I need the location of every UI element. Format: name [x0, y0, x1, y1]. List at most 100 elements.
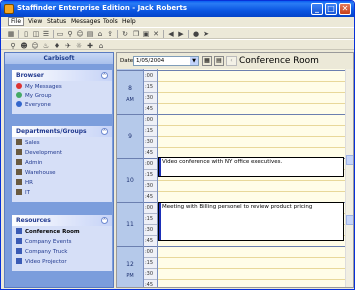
delete-icon[interactable]: ✕ — [152, 30, 160, 38]
maximize-button[interactable]: □ — [325, 3, 337, 15]
menu-messages[interactable]: Messages — [71, 18, 100, 25]
browser-item-my-messages[interactable]: My Messages — [16, 83, 62, 92]
lunch-icon[interactable]: ♨ — [42, 42, 50, 50]
refresh-icon[interactable]: ↻ — [121, 30, 129, 38]
resource-item-company-truck[interactable]: Company Truck — [16, 248, 67, 257]
calendar-icon — [16, 238, 22, 244]
calendar-icon[interactable]: ▦ — [202, 56, 212, 66]
minute-separator — [143, 147, 157, 148]
minimize-button[interactable]: _ — [311, 3, 323, 15]
browser-panel-title: Browser — [16, 72, 44, 79]
collapse-icon[interactable]: ⌃ — [101, 128, 108, 135]
find-icon[interactable]: ⚲ — [66, 30, 74, 38]
minute-label: :45 — [145, 282, 154, 287]
appointment-scrollbar[interactable] — [345, 69, 353, 287]
resource-item-video-projector[interactable]: Video Projector — [16, 258, 67, 267]
paste-icon[interactable]: ▣ — [142, 30, 150, 38]
browser-panel-header[interactable]: Browser ⌃ — [12, 70, 112, 81]
book-icon[interactable]: ▤ — [86, 30, 94, 38]
department-item-warehouse[interactable]: Warehouse — [16, 169, 56, 178]
previous-resource-button[interactable]: ‹ — [226, 56, 237, 66]
minute-label: :30 — [145, 95, 154, 101]
people-icon — [16, 139, 22, 145]
toolbar-separator — [18, 30, 19, 38]
scroll-thumb[interactable] — [346, 215, 353, 225]
sick-icon[interactable]: ✚ — [86, 42, 94, 50]
date-picker[interactable]: 1/05/2004 ▼ — [133, 56, 199, 66]
people-icon[interactable]: ☺ — [76, 30, 84, 38]
hour-label: 12 — [126, 261, 134, 268]
calendar-icon — [16, 228, 22, 234]
calendar-view-icon[interactable]: ▦ — [7, 30, 15, 38]
split-view-icon[interactable]: ◫ — [32, 30, 40, 38]
date-value: 1/05/2004 — [136, 58, 165, 64]
appointment-text: Meeting with Billing personel to review … — [162, 204, 313, 210]
menu-view[interactable]: View — [28, 18, 42, 25]
departments-panel-header[interactable]: Departments/Groups ⌃ — [12, 126, 112, 137]
scroll-thumb[interactable] — [346, 155, 353, 165]
browser-item-everyone[interactable]: Everyone — [16, 101, 51, 110]
collapse-icon[interactable]: ⌃ — [101, 72, 108, 79]
meeting-icon[interactable]: ♦ — [53, 42, 61, 50]
menu-file[interactable]: File — [8, 17, 25, 26]
pin-icon[interactable]: ⚲ — [9, 42, 17, 50]
time-slots[interactable] — [157, 69, 345, 287]
app-icon — [4, 4, 14, 14]
resource-item-conference-room[interactable]: Conference Room — [16, 228, 80, 237]
hour-label: 11 — [126, 221, 134, 228]
slot-separator — [157, 191, 345, 192]
grid-icon[interactable]: ▤ — [214, 56, 224, 66]
minute-label: :00 — [145, 205, 154, 211]
resources-panel-header[interactable]: Resources ⌃ — [12, 215, 112, 226]
previous-icon[interactable]: ◀ — [167, 30, 175, 38]
slot-separator — [157, 103, 345, 104]
department-item-sales[interactable]: Sales — [16, 139, 40, 148]
chevron-down-icon[interactable]: ▼ — [190, 57, 198, 65]
resource-item-company-events[interactable]: Company Events — [16, 238, 72, 247]
status-icon[interactable]: ● — [192, 30, 200, 38]
appointment[interactable]: Meeting with Billing personel to review … — [158, 202, 344, 241]
menu-tools[interactable]: Tools — [103, 18, 118, 25]
minute-separator — [143, 103, 157, 104]
user-out-icon[interactable]: ☺ — [31, 42, 39, 50]
appointment[interactable]: Video conference with NY office executiv… — [158, 157, 344, 177]
minute-separator — [143, 279, 157, 280]
home-icon[interactable]: ⌂ — [96, 30, 104, 38]
home-status-icon[interactable]: ⌂ — [97, 42, 105, 50]
minute-separator — [143, 81, 157, 82]
menu-status[interactable]: Status — [47, 18, 66, 25]
day-view-icon[interactable]: ▯ — [22, 30, 30, 38]
department-item-hr[interactable]: HR — [16, 179, 33, 188]
minute-label: :30 — [145, 227, 154, 233]
copy-icon[interactable]: ❐ — [132, 30, 140, 38]
title-bar[interactable]: Staffinder Enterprise Edition - Jack Rob… — [1, 1, 354, 17]
open-folder-icon[interactable]: ▭ — [56, 30, 64, 38]
menu-bar: File View Status Messages Tools Help — [1, 17, 354, 27]
department-item-admin[interactable]: Admin — [16, 159, 43, 168]
minute-separator — [143, 268, 157, 269]
slot-separator — [157, 257, 345, 258]
menu-help[interactable]: Help — [122, 18, 136, 25]
slot-separator — [157, 279, 345, 280]
app-window: Staffinder Enterprise Edition - Jack Rob… — [0, 0, 355, 290]
send-icon[interactable]: ➤ — [202, 30, 210, 38]
next-icon[interactable]: ▶ — [177, 30, 185, 38]
calendar-icon — [16, 258, 22, 264]
vacation-icon[interactable]: ☼ — [75, 42, 83, 50]
user-in-icon[interactable]: ☻ — [20, 42, 28, 50]
people-icon — [16, 179, 22, 185]
minute-label: :30 — [145, 183, 154, 189]
resources-panel-title: Resources — [16, 217, 51, 224]
browser-item-my-group[interactable]: My Group — [16, 92, 52, 101]
list-view-icon[interactable]: ☰ — [42, 30, 50, 38]
export-icon[interactable]: ⇪ — [106, 30, 114, 38]
close-button[interactable]: ✕ — [339, 3, 351, 15]
department-item-development[interactable]: Development — [16, 149, 62, 158]
minute-label: :15 — [145, 216, 154, 222]
toolbar-separator — [163, 30, 164, 38]
collapse-icon[interactable]: ⌃ — [101, 217, 108, 224]
schedule-grid[interactable]: 8 AM:00:15:30:45 9:00:15:30:45 10:00:15:30:… — [117, 69, 353, 287]
appointment-status-bar — [159, 203, 161, 240]
department-item-it[interactable]: IT — [16, 189, 30, 198]
travel-icon[interactable]: ✈ — [64, 42, 72, 50]
